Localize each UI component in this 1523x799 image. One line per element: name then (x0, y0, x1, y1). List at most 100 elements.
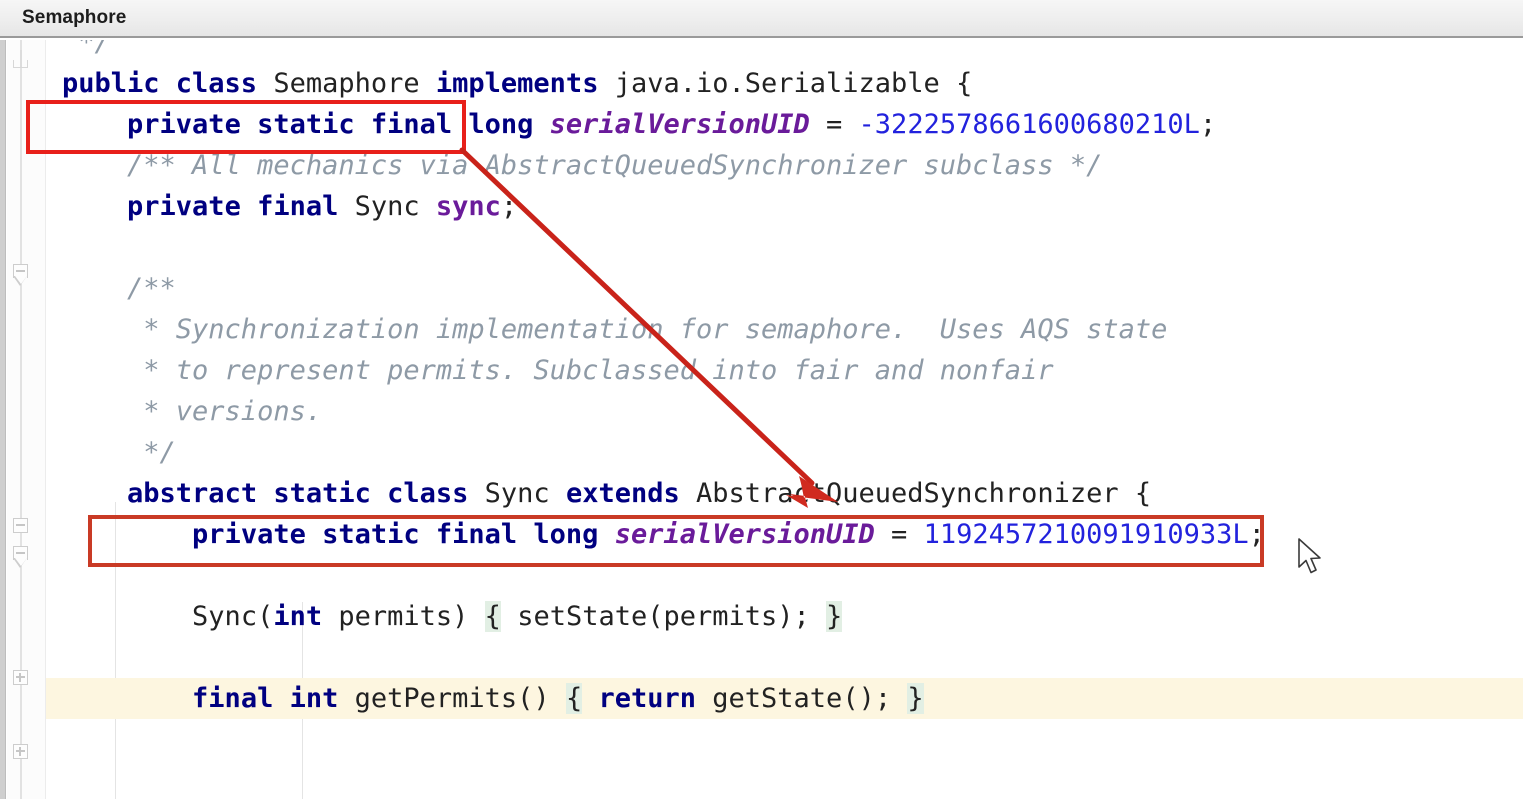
fold-wing-icon (13, 60, 28, 68)
fold-plus-icon (19, 747, 21, 756)
tab-label: Semaphore (22, 7, 126, 29)
code-token: -3222578661600680210L (859, 109, 1200, 140)
code-line-text: */ (46, 40, 111, 63)
code-line-text: public class Semaphore implements java.i… (46, 63, 972, 104)
code-token: extends (566, 478, 696, 509)
code-token: ; (501, 191, 517, 222)
code-token (62, 519, 192, 550)
code-line[interactable]: abstract static class Sync extends Abstr… (46, 473, 1523, 514)
code-token: ; (1249, 519, 1265, 550)
fold-marker-collapsed-getpermits[interactable] (13, 744, 30, 761)
code-text-area[interactable]: */ public class Semaphore implements java… (46, 40, 1523, 799)
editor-tab-bar: Semaphore (0, 0, 1523, 38)
fold-marker-cap-top[interactable] (13, 50, 30, 68)
code-line-text: */ (46, 432, 176, 473)
code-token: private final (127, 191, 355, 222)
code-token: = (810, 109, 859, 140)
editor-left-border (0, 40, 6, 799)
code-token: public class (62, 68, 273, 99)
fold-marker-expanded-javadoc[interactable] (13, 264, 30, 288)
code-token: * versions. (62, 396, 322, 427)
code-token: implements (436, 68, 615, 99)
code-line-text: final int getPermits() { return getState… (46, 678, 924, 719)
code-token: private static final long (192, 519, 615, 550)
code-line[interactable]: public class Semaphore implements java.i… (46, 63, 1523, 104)
code-line[interactable]: /** (46, 268, 1523, 309)
fold-plus-icon (19, 673, 21, 682)
code-line[interactable]: */ (46, 432, 1523, 473)
code-token: * to represent permits. Subclassed into … (62, 355, 1054, 386)
code-line[interactable] (46, 555, 1523, 596)
code-line[interactable]: private static final long serialVersionU… (46, 514, 1523, 555)
code-token: */ (62, 437, 176, 468)
code-line-text: private static final long serialVersionU… (46, 514, 1265, 555)
editor-area[interactable]: */ public class Semaphore implements java… (0, 40, 1523, 799)
code-token: } (826, 601, 842, 632)
code-token: { (566, 683, 582, 714)
code-token: { (485, 601, 501, 632)
code-line[interactable]: */ (46, 40, 1523, 63)
code-token: serialVersionUID (615, 519, 875, 550)
code-token (62, 478, 127, 509)
fold-marker-collapsed-ctor[interactable] (13, 670, 30, 687)
code-token: int (273, 601, 322, 632)
code-token: { (1135, 478, 1151, 509)
code-token: Semaphore (273, 68, 436, 99)
code-line-text: Sync(int permits) { setState(permits); } (46, 596, 842, 637)
code-line[interactable] (46, 227, 1523, 268)
code-token: /** All mechanics via AbstractQueuedSync… (62, 150, 1102, 181)
code-line-text: * to represent permits. Subclassed into … (46, 350, 1054, 391)
code-line[interactable]: private final Sync sync; (46, 186, 1523, 227)
code-token: * Synchronization implementation for sem… (62, 314, 1167, 345)
tab-semaphore[interactable]: Semaphore (14, 0, 142, 36)
code-token: sync (436, 191, 501, 222)
fold-minus-icon (16, 524, 25, 526)
code-token: 1192457210091910933L (924, 519, 1249, 550)
code-token: /** (62, 273, 176, 304)
code-token: getPermits() (355, 683, 566, 714)
code-token (62, 109, 127, 140)
fold-minus-icon (16, 552, 25, 554)
code-line-text: private final Sync sync; (46, 186, 517, 227)
code-token (582, 683, 598, 714)
code-folding-gutter[interactable] (7, 40, 45, 799)
code-token: = (875, 519, 924, 550)
code-editor-window: Semaphore (0, 0, 1523, 799)
code-token (62, 191, 127, 222)
code-line[interactable]: * versions. (46, 391, 1523, 432)
code-token: Sync( (192, 601, 273, 632)
code-line-text: abstract static class Sync extends Abstr… (46, 473, 1151, 514)
fold-triangle-inner-icon (15, 276, 27, 284)
code-token: } (907, 683, 923, 714)
code-token: abstract static class (127, 478, 485, 509)
code-line[interactable]: Sync(int permits) { setState(permits); } (46, 596, 1523, 637)
code-line[interactable]: private static final long serialVersionU… (46, 104, 1523, 145)
fold-marker-expanded-sync[interactable] (13, 546, 30, 570)
code-line-text: * versions. (46, 391, 322, 432)
code-line-text: /** (46, 268, 176, 309)
code-token: ; (1200, 109, 1216, 140)
code-line[interactable]: final int getPermits() { return getState… (46, 678, 1523, 719)
code-token: serialVersionUID (550, 109, 810, 140)
code-token: */ (62, 40, 111, 58)
code-line[interactable]: * Synchronization implementation for sem… (46, 309, 1523, 350)
code-line-text: /** All mechanics via AbstractQueuedSync… (46, 145, 1102, 186)
fold-marker-collapse-class[interactable] (13, 518, 30, 535)
code-token: setState(permits); (501, 601, 826, 632)
code-line[interactable]: /** All mechanics via AbstractQueuedSync… (46, 145, 1523, 186)
code-token: java.io.Serializable { (615, 68, 973, 99)
code-token: Sync (485, 478, 566, 509)
code-token: final int (192, 683, 355, 714)
code-token: AbstractQueuedSynchronizer (696, 478, 1135, 509)
fold-triangle-inner-icon (15, 558, 27, 566)
code-line[interactable] (46, 637, 1523, 678)
code-token: return (598, 683, 696, 714)
code-token: getState(); (696, 683, 907, 714)
code-token: private static final long (127, 109, 550, 140)
code-token (62, 683, 192, 714)
code-token: Sync (355, 191, 436, 222)
code-token: permits) (322, 601, 485, 632)
code-line[interactable]: * to represent permits. Subclassed into … (46, 350, 1523, 391)
code-line-text: * Synchronization implementation for sem… (46, 309, 1167, 350)
fold-minus-icon (16, 270, 25, 272)
